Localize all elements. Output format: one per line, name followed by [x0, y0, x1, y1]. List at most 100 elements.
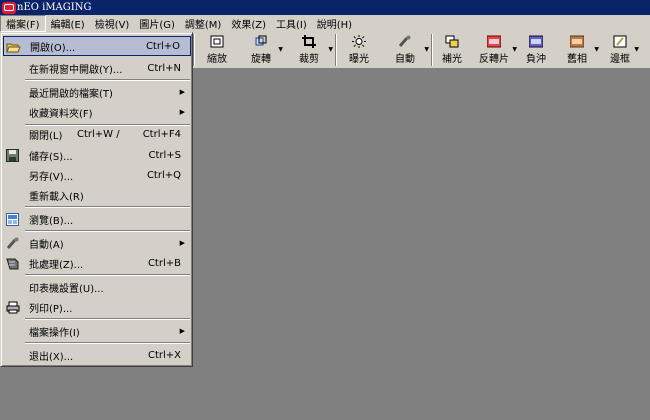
- tool-frame-label: 邊框: [610, 54, 630, 65]
- menu-item-shortcut: Ctrl+B: [147, 257, 181, 269]
- reversal-film-dropdown-arrow-icon[interactable]: ▼: [512, 46, 517, 53]
- menu-item-shortcut: Ctrl+O: [145, 40, 180, 52]
- menu-effects[interactable]: 效果(Z): [226, 15, 271, 32]
- crop-icon: [302, 35, 316, 48]
- menu-bar: 檔案(F) 編輯(E) 檢視(V) 圖片(G) 調整(M) 效果(Z) 工具(I…: [0, 15, 650, 32]
- menu-adjust[interactable]: 調整(M): [180, 15, 226, 32]
- menu-item-favorite-folders[interactable]: 收藏資料夾(F) ▶: [3, 102, 191, 122]
- cross-process-icon: [529, 35, 543, 48]
- menu-help[interactable]: 說明(H): [312, 15, 357, 32]
- menu-item-save[interactable]: 儲存(S)... Ctrl+S: [3, 145, 191, 165]
- tool-fill-light[interactable]: 補光: [434, 32, 470, 68]
- submenu-arrow-icon: ▶: [179, 108, 185, 116]
- auto-icon: [5, 236, 20, 250]
- menu-item-close[interactable]: 關閉(L) Ctrl+W / Ctrl+F4: [3, 124, 191, 144]
- menu-item-reload[interactable]: 重新載入(R): [3, 185, 191, 205]
- menu-item-label: 關閉(L): [29, 130, 63, 142]
- menu-item-printer-setup[interactable]: 印表機設置(U)...: [3, 277, 191, 297]
- zoom-icon: [210, 35, 224, 48]
- tool-crop-label: 裁剪: [299, 54, 319, 65]
- auto-dropdown-arrow-icon[interactable]: ▼: [424, 46, 429, 53]
- tool-zoom-label: 縮放: [207, 54, 227, 65]
- menu-view[interactable]: 檢視(V): [90, 15, 135, 32]
- tool-crop[interactable]: 裁剪 ▼: [284, 32, 334, 68]
- menu-item-shortcut: Ctrl+Q: [146, 169, 181, 181]
- file-menu: 開啟(O)... Ctrl+O 在新視窗中開啟(Y)... Ctrl+N 最近開…: [0, 32, 193, 367]
- rotate-dropdown-arrow-icon[interactable]: ▼: [278, 46, 283, 53]
- fill-light-icon: [445, 35, 459, 48]
- title-bar: nEO iMAGING: [0, 0, 650, 15]
- tool-frame[interactable]: 邊框 ▼: [600, 32, 640, 68]
- menu-item-open-new-window[interactable]: 在新視窗中開啟(Y)... Ctrl+N: [3, 58, 191, 78]
- menu-item-label: 收藏資料夾(F): [29, 108, 93, 120]
- menu-item-auto[interactable]: 自動(A) ▶: [3, 233, 191, 253]
- submenu-arrow-icon: ▶: [179, 327, 185, 335]
- tool-exposure[interactable]: 曝光: [338, 32, 380, 68]
- tool-auto[interactable]: 自動 ▼: [380, 32, 430, 68]
- menu-item-label: 開啟(O)...: [30, 42, 76, 54]
- menu-item-browse[interactable]: 瀏覽(B)...: [3, 209, 191, 229]
- crop-dropdown-arrow-icon[interactable]: ▼: [328, 46, 333, 53]
- menu-item-shortcut: Ctrl+F4: [142, 128, 181, 140]
- menu-item-batch[interactable]: 批處理(Z)... Ctrl+B: [3, 253, 191, 273]
- old-photo-icon: [570, 35, 584, 48]
- workspace-canvas[interactable]: [193, 70, 650, 420]
- menu-item-label: 印表機設置(U)...: [29, 283, 104, 295]
- window-title: nEO iMAGING: [17, 2, 92, 13]
- menu-item-label: 批處理(Z)...: [29, 259, 84, 271]
- tool-zoom[interactable]: 縮放: [196, 32, 238, 68]
- tool-auto-label: 自動: [395, 54, 415, 65]
- menu-item-save-as[interactable]: 另存(V)... Ctrl+Q: [3, 165, 191, 185]
- tool-cross-process[interactable]: 負沖: [518, 32, 554, 68]
- menu-separator: [25, 318, 190, 320]
- menu-item-label: 退出(X)...: [29, 351, 74, 363]
- menu-separator: [25, 230, 190, 232]
- menu-tools[interactable]: 工具(I): [271, 15, 312, 32]
- reversal-film-icon: [487, 35, 501, 48]
- save-icon: [5, 148, 20, 162]
- menu-separator: [25, 79, 190, 81]
- menu-item-label: 在新視窗中開啟(Y)...: [29, 64, 123, 76]
- menu-item-recent-files[interactable]: 最近開啟的檔案(T) ▶: [3, 82, 191, 102]
- menu-item-shortcut: Ctrl+S: [148, 149, 181, 161]
- tool-old-photo-label: 舊相: [567, 54, 587, 65]
- frame-dropdown-arrow-icon[interactable]: ▼: [634, 46, 639, 53]
- menu-item-exit[interactable]: 退出(X)... Ctrl+X: [3, 345, 191, 365]
- menu-item-label: 檔案操作(I): [29, 327, 80, 339]
- tool-rotate-label: 旋轉: [251, 54, 271, 65]
- menu-item-shortcut: Ctrl+N: [147, 62, 181, 74]
- menu-file[interactable]: 檔案(F): [0, 15, 46, 32]
- frame-icon: [613, 35, 627, 48]
- menu-item-shortcut: Ctrl+X: [147, 349, 181, 361]
- menu-edit[interactable]: 編輯(E): [46, 15, 90, 32]
- batch-icon: [5, 256, 20, 270]
- menu-item-file-operations[interactable]: 檔案操作(I) ▶: [3, 321, 191, 341]
- tool-exposure-label: 曝光: [349, 54, 369, 65]
- submenu-arrow-icon: ▶: [179, 88, 185, 96]
- printer-icon: [5, 300, 20, 314]
- menu-item-label: 重新載入(R): [29, 191, 84, 203]
- menu-image[interactable]: 圖片(G): [134, 15, 180, 32]
- toolbar-separator: [335, 34, 337, 66]
- menu-item-print[interactable]: 列印(P)...: [3, 297, 191, 317]
- tool-cross-process-label: 負沖: [526, 54, 546, 65]
- rotate-icon: [254, 35, 268, 48]
- tool-rotate[interactable]: 旋轉 ▼: [238, 32, 284, 68]
- old-photo-dropdown-arrow-icon[interactable]: ▼: [594, 46, 599, 53]
- menu-item-label: 瀏覽(B)...: [29, 215, 74, 227]
- tool-reversal-film-label: 反轉片: [479, 54, 509, 65]
- tool-fill-light-label: 補光: [442, 54, 462, 65]
- auto-icon: [398, 35, 412, 48]
- menu-item-alt-shortcut: Ctrl+W /: [77, 128, 120, 140]
- menu-item-label: 另存(V)...: [29, 171, 74, 183]
- toolbar: 縮放 旋轉 ▼ 裁剪 ▼ 曝光 自動 ▼ 補光 反轉片 ▼ 負沖 舊相 ▼ 邊框…: [192, 32, 650, 69]
- app-logo-icon: [2, 1, 16, 14]
- menu-separator: [25, 274, 190, 276]
- menu-item-label: 儲存(S)...: [29, 151, 73, 163]
- menu-item-open[interactable]: 開啟(O)... Ctrl+O: [3, 36, 191, 56]
- toolbar-separator: [431, 34, 433, 66]
- browse-icon: [5, 212, 20, 226]
- tool-reversal-film[interactable]: 反轉片 ▼: [470, 32, 518, 68]
- tool-old-photo[interactable]: 舊相 ▼: [554, 32, 600, 68]
- menu-item-label: 自動(A): [29, 239, 64, 251]
